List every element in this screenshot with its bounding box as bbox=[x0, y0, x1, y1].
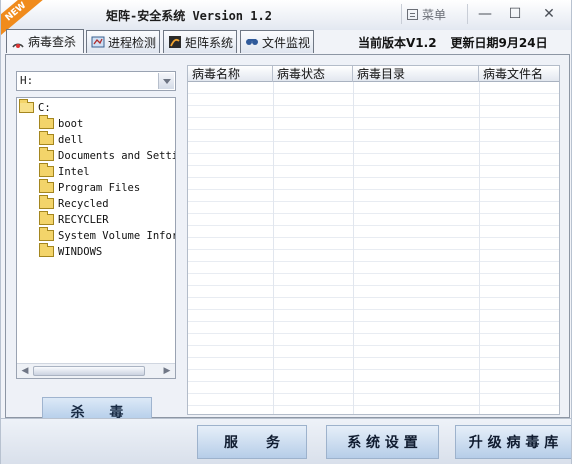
folder-icon bbox=[39, 227, 54, 241]
tree-item[interactable]: boot bbox=[39, 115, 84, 131]
folder-icon bbox=[39, 115, 54, 129]
tab-matrix-system[interactable]: 矩阵系统 bbox=[163, 30, 237, 53]
tree-item[interactable]: System Volume Inform bbox=[39, 227, 176, 243]
tree-item-label: dell bbox=[58, 133, 84, 146]
column-divider bbox=[273, 82, 274, 414]
column-header[interactable]: 病毒文件名 bbox=[479, 66, 559, 82]
tree-item[interactable]: dell bbox=[39, 131, 84, 147]
tree-item-label: WINDOWS bbox=[58, 245, 103, 258]
title-bar: NEW 矩阵-安全系统 Version 1.2 菜单 — ☐ ✕ bbox=[1, 0, 571, 37]
menu-label: 菜单 bbox=[422, 7, 447, 22]
folder-icon bbox=[39, 163, 54, 177]
tree-item[interactable]: RECYCLER bbox=[39, 211, 109, 227]
folder-icon bbox=[39, 243, 54, 257]
scroll-right-icon[interactable]: ▶ bbox=[160, 365, 174, 378]
tab-label: 文件监视 bbox=[262, 35, 311, 50]
tree-item-label: System Volume Inform bbox=[58, 229, 176, 242]
scrollbar-thumb[interactable] bbox=[33, 366, 145, 376]
scan-panel: H: C: boot dell Documents and Settin Int… bbox=[5, 54, 570, 427]
bottom-bar: 服 务 系 统 设 置 升 级 病 毒 库 bbox=[1, 418, 571, 464]
process-icon bbox=[91, 35, 105, 49]
tree-item-label: Documents and Settin bbox=[58, 149, 176, 162]
monitor-icon bbox=[245, 35, 259, 49]
virus-table[interactable]: 病毒名称 病毒状态 病毒目录 病毒文件名 bbox=[187, 65, 560, 415]
folder-open-icon bbox=[19, 99, 34, 113]
column-header[interactable]: 病毒名称 bbox=[188, 66, 273, 82]
tree-item[interactable]: Recycled bbox=[39, 195, 109, 211]
drive-select[interactable]: H: bbox=[16, 71, 176, 91]
menu-button[interactable]: 菜单 bbox=[407, 4, 463, 24]
menu-icon bbox=[407, 8, 418, 20]
tab-bar: 病毒查杀 进程检测 矩阵系统 文件监视 当前版本V1.2 更新日期9月24日 bbox=[1, 29, 571, 54]
update-date: 更新日期9月24日 bbox=[450, 36, 548, 50]
tree-item-label: Program Files bbox=[58, 181, 141, 194]
folder-icon bbox=[39, 211, 54, 225]
app-window: NEW 矩阵-安全系统 Version 1.2 菜单 — ☐ ✕ 病毒查杀 进程… bbox=[0, 0, 572, 464]
tab-label: 进程检测 bbox=[108, 35, 157, 50]
title-separator bbox=[401, 4, 402, 24]
tree-item-label: boot bbox=[58, 117, 84, 130]
tab-process-check[interactable]: 进程检测 bbox=[86, 30, 160, 53]
title-separator bbox=[467, 4, 468, 24]
tree-item-label: RECYCLER bbox=[58, 213, 109, 226]
folder-icon bbox=[39, 131, 54, 145]
upgrade-virus-db-button[interactable]: 升 级 病 毒 库 bbox=[455, 425, 571, 459]
service-button[interactable]: 服 务 bbox=[197, 425, 307, 459]
system-settings-button[interactable]: 系 统 设 置 bbox=[326, 425, 439, 459]
left-panel: H: C: boot dell Documents and Settin Int… bbox=[16, 71, 178, 427]
tree-root-label: C: bbox=[38, 101, 51, 114]
scan-icon bbox=[11, 35, 25, 49]
tree-item[interactable]: Program Files bbox=[39, 179, 141, 195]
tree-item[interactable]: Documents and Settin bbox=[39, 147, 176, 163]
folder-tree[interactable]: C: boot dell Documents and Settin Intel … bbox=[16, 97, 176, 379]
table-body bbox=[188, 82, 559, 414]
column-header[interactable]: 病毒目录 bbox=[353, 66, 479, 82]
folder-icon bbox=[39, 147, 54, 161]
column-divider bbox=[479, 82, 480, 414]
tree-item[interactable]: WINDOWS bbox=[39, 243, 103, 259]
scroll-left-icon[interactable]: ◀ bbox=[18, 365, 32, 378]
column-header[interactable]: 病毒状态 bbox=[273, 66, 353, 82]
tab-file-monitor[interactable]: 文件监视 bbox=[240, 30, 314, 53]
version-info: 当前版本V1.2 更新日期9月24日 bbox=[358, 34, 548, 51]
folder-icon bbox=[39, 195, 54, 209]
tab-label: 矩阵系统 bbox=[185, 35, 234, 50]
drive-value: H: bbox=[20, 74, 34, 87]
tab-virus-scan[interactable]: 病毒查杀 bbox=[6, 29, 84, 53]
tree-item-label: Intel bbox=[58, 165, 90, 178]
folder-icon bbox=[39, 179, 54, 193]
tab-label: 病毒查杀 bbox=[28, 35, 77, 49]
maximize-button[interactable]: ☐ bbox=[502, 4, 528, 24]
column-divider bbox=[353, 82, 354, 414]
tree-root-item[interactable]: C: bbox=[19, 99, 51, 115]
horizontal-scrollbar[interactable]: ◀ ▶ bbox=[17, 363, 175, 378]
matrix-icon bbox=[168, 35, 182, 49]
tree-item[interactable]: Intel bbox=[39, 163, 90, 179]
tree-item-label: Recycled bbox=[58, 197, 109, 210]
current-version: 当前版本V1.2 bbox=[358, 36, 437, 50]
minimize-button[interactable]: — bbox=[472, 4, 498, 24]
chevron-down-icon[interactable] bbox=[158, 73, 174, 89]
close-button[interactable]: ✕ bbox=[536, 4, 562, 24]
window-title: 矩阵-安全系统 Version 1.2 bbox=[106, 9, 272, 23]
table-header: 病毒名称 病毒状态 病毒目录 病毒文件名 bbox=[188, 66, 559, 82]
